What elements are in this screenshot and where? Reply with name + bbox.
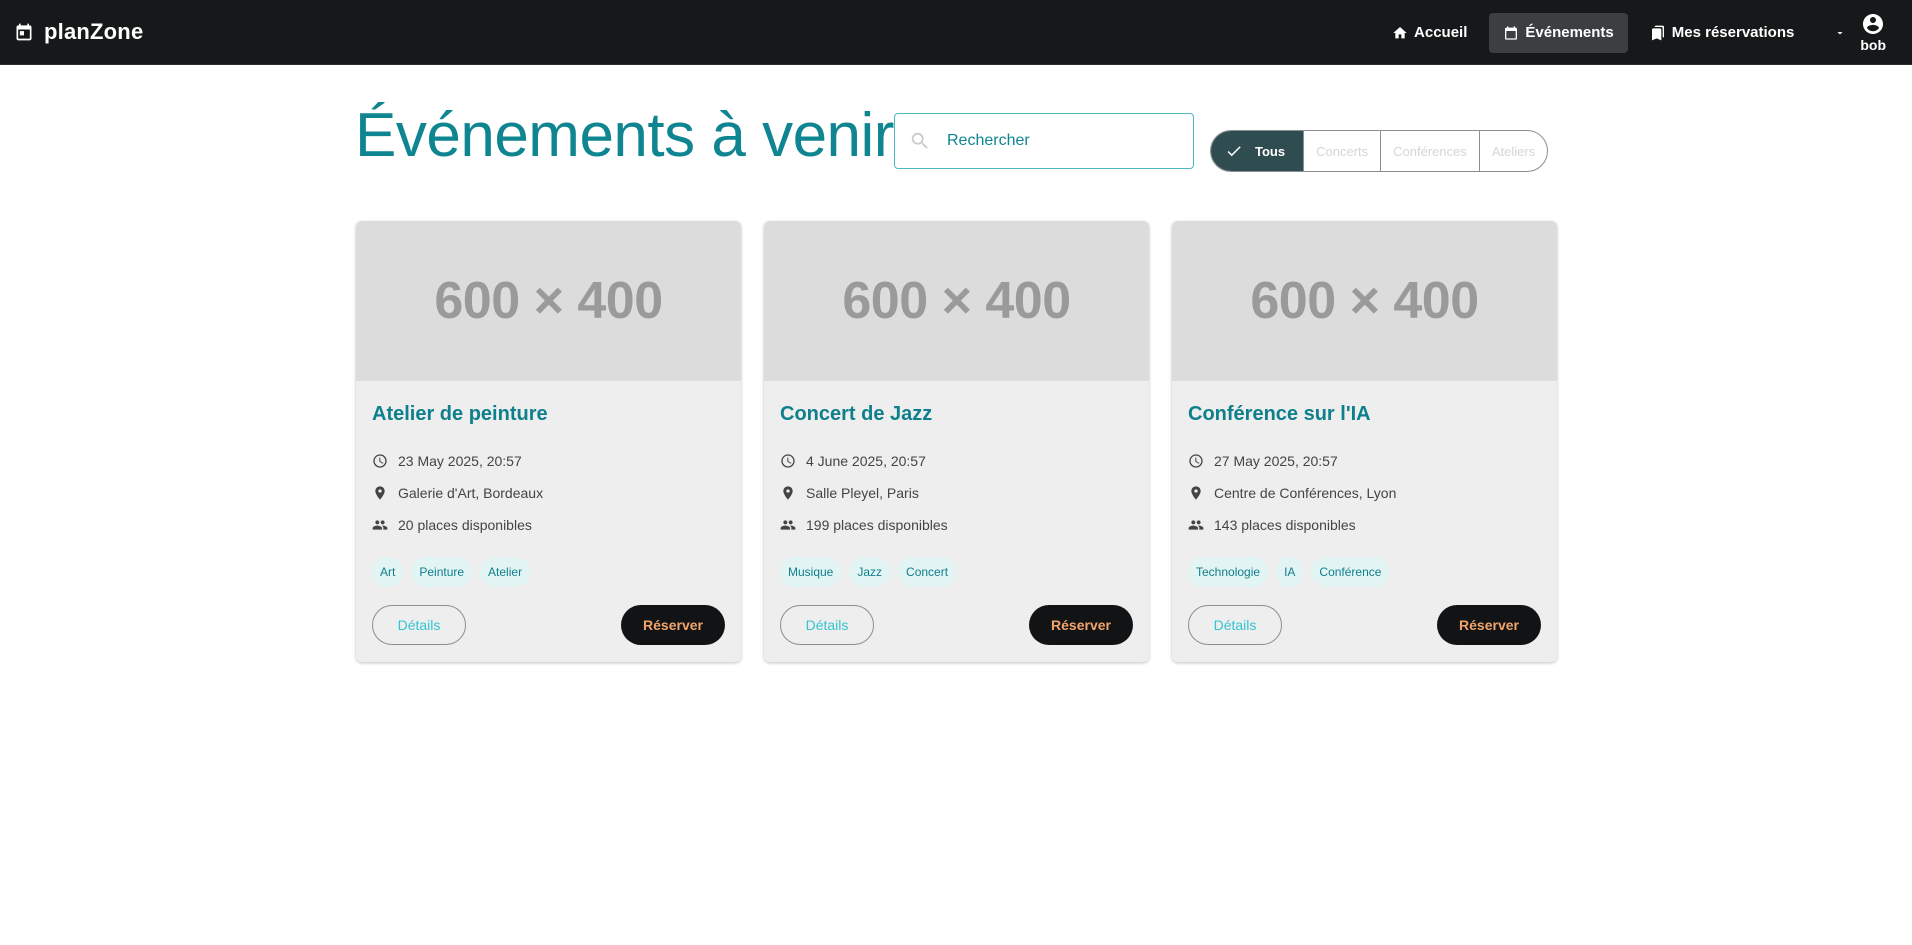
reserve-button[interactable]: Réserver [1437, 605, 1541, 645]
page-title: Événements à venir [355, 101, 894, 170]
event-tag[interactable]: IA [1276, 557, 1304, 587]
calendar-icon [16, 23, 32, 41]
event-date-text: 4 June 2025, 20:57 [806, 453, 926, 469]
reserve-button[interactable]: Réserver [1029, 605, 1133, 645]
event-date-text: 27 May 2025, 20:57 [1214, 453, 1338, 469]
bookmarks-icon [1651, 25, 1664, 40]
event-title[interactable]: Atelier de peinture [372, 403, 548, 426]
event-image-placeholder: 600 × 400 [356, 221, 741, 381]
search-input[interactable] [947, 132, 1167, 150]
people-icon [372, 520, 388, 530]
event-places: 20 places disponibles [372, 517, 532, 533]
caret-down-icon [1837, 31, 1843, 34]
people-icon [780, 520, 796, 530]
event-places-text: 199 places disponibles [806, 517, 948, 533]
event-tag[interactable]: Conférence [1311, 557, 1390, 587]
filter-workshops[interactable]: Ateliers [1478, 131, 1547, 171]
event-tag[interactable]: Art [372, 557, 404, 587]
event-date: 4 June 2025, 20:57 [780, 453, 926, 469]
location-pin-icon [375, 486, 385, 500]
event-places: 143 places disponibles [1188, 517, 1356, 533]
details-button[interactable]: Détails [780, 605, 874, 645]
filter-concerts[interactable]: Concerts [1303, 131, 1380, 171]
event-title[interactable]: Concert de Jazz [780, 403, 932, 426]
event-places: 199 places disponibles [780, 517, 948, 533]
event-tags: Musique Jazz Concert [780, 557, 964, 587]
filter-all-label: Tous [1255, 143, 1286, 159]
details-button[interactable]: Détails [372, 605, 466, 645]
event-card: 600 × 400 Atelier de peinture 23 May 202… [356, 221, 741, 662]
filter-all[interactable]: Tous [1211, 131, 1304, 171]
details-button[interactable]: Détails [1188, 605, 1282, 645]
nav-reservations-button[interactable]: Mes réservations [1636, 13, 1809, 53]
location-pin-icon [783, 486, 793, 500]
event-date: 23 May 2025, 20:57 [372, 453, 522, 469]
event-tag[interactable]: Concert [898, 557, 957, 587]
search-icon [911, 132, 928, 149]
event-tag[interactable]: Musique [780, 557, 842, 587]
event-tag[interactable]: Jazz [849, 557, 891, 587]
clock-icon [373, 454, 387, 468]
event-places-text: 143 places disponibles [1214, 517, 1356, 533]
event-location: Galerie d'Art, Bordeaux [372, 485, 543, 501]
main-nav: Accueil Événements Mes réservations bob [1378, 0, 1912, 65]
event-location-text: Centre de Conférences, Lyon [1214, 485, 1397, 501]
filter-conferences[interactable]: Conférences [1380, 131, 1479, 171]
event-tags: Technologie IA Conférence [1188, 557, 1397, 587]
calendar-icon [1505, 25, 1518, 40]
event-date-text: 23 May 2025, 20:57 [398, 453, 522, 469]
event-tag[interactable]: Atelier [480, 557, 531, 587]
event-location-text: Salle Pleyel, Paris [806, 485, 919, 501]
nav-events-button[interactable]: Événements [1489, 12, 1628, 53]
event-image-placeholder: 600 × 400 [1172, 221, 1557, 381]
location-pin-icon [1191, 486, 1201, 500]
event-tag[interactable]: Technologie [1188, 557, 1269, 587]
nav-home-button[interactable]: Accueil [1378, 13, 1481, 53]
clock-icon [781, 454, 795, 468]
category-filter-group: Tous Concerts Conférences Ateliers [1210, 130, 1549, 172]
event-tag[interactable]: Peinture [411, 557, 473, 587]
event-title[interactable]: Conférence sur l'IA [1188, 403, 1371, 426]
event-card: 600 × 400 Concert de Jazz 4 June 2025, 2… [764, 221, 1149, 662]
user-name: bob [1860, 37, 1886, 53]
home-icon [1393, 26, 1407, 38]
user-menu[interactable]: bob [1834, 12, 1886, 53]
user-info: bob [1860, 12, 1886, 53]
event-card: 600 × 400 Conférence sur l'IA 27 May 202… [1172, 221, 1557, 662]
people-icon [1188, 520, 1204, 530]
nav-events-label: Événements [1525, 24, 1614, 41]
event-location-text: Galerie d'Art, Bordeaux [398, 485, 544, 501]
event-date: 27 May 2025, 20:57 [1188, 453, 1338, 469]
event-tags: Art Peinture Atelier [372, 557, 538, 587]
search-box[interactable] [894, 113, 1194, 169]
event-location: Centre de Conférences, Lyon [1188, 485, 1396, 501]
event-places-text: 20 places disponibles [398, 517, 532, 533]
brand[interactable]: planZone [14, 19, 143, 45]
event-location: Salle Pleyel, Paris [780, 485, 919, 501]
nav-home-label: Accueil [1414, 24, 1468, 41]
brand-name: planZone [44, 19, 144, 44]
account-circle-icon [1863, 14, 1884, 34]
event-image-placeholder: 600 × 400 [764, 221, 1149, 381]
check-icon [1227, 146, 1241, 157]
top-app-bar: planZone Accueil Événements Mes réservat… [0, 0, 1912, 65]
nav-reservations-label: Mes réservations [1671, 24, 1795, 41]
clock-icon [1189, 454, 1203, 468]
reserve-button[interactable]: Réserver [621, 605, 725, 645]
